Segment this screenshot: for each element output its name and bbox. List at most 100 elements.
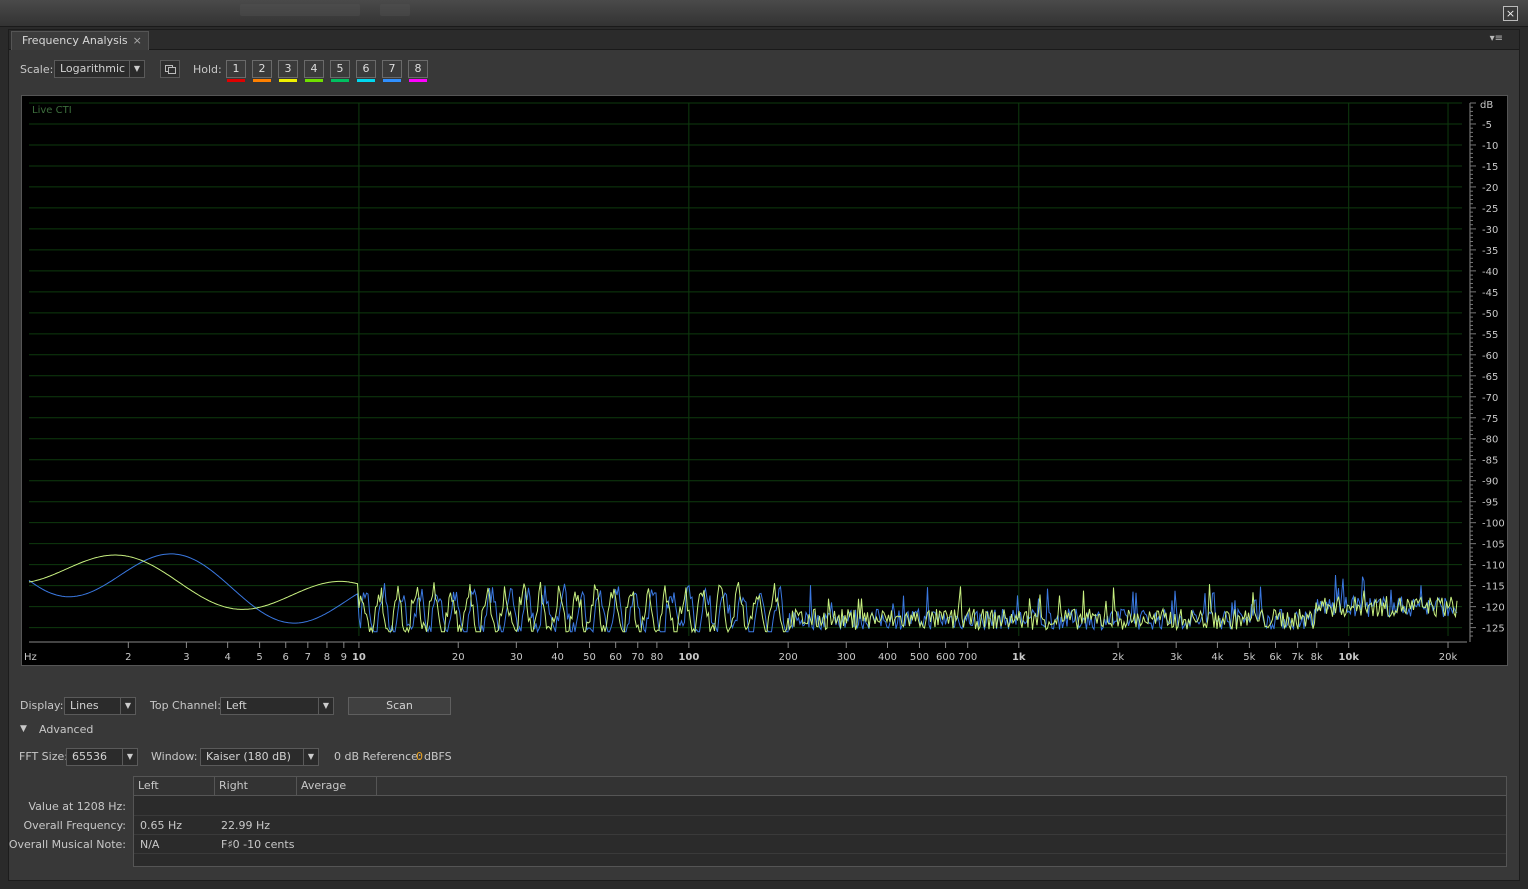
row-label-value-at: Value at 1208 Hz: [28,800,127,813]
x-tick-label: 5k [1243,652,1255,663]
x-tick-label: 3 [183,652,189,663]
table-row: N/A F♯0 -10 cents [134,835,1506,854]
x-tick-label: 4 [224,652,230,663]
hold-button-6[interactable]: 6 [356,60,376,82]
y-tick-label: -25 [1482,204,1498,215]
hold-button-3[interactable]: 3 [278,60,298,82]
hold-button-2[interactable]: 2 [252,60,272,82]
y-tick-label: -125 [1482,624,1505,635]
hold-color-swatch [253,79,271,82]
x-tick-label: 20k [1439,652,1458,663]
x-tick-label: 300 [837,652,856,663]
y-tick-label: -45 [1482,288,1498,299]
frequency-analysis-panel: Frequency Analysis × ▾≡ Scale: Logarithmi… [8,29,1520,881]
x-tick-label: 3k [1170,652,1182,663]
hold-color-swatch [227,79,245,82]
y-tick-label: -10 [1482,141,1498,152]
x-axis-unit: Hz [24,652,37,663]
hold-button-1[interactable]: 1 [226,60,246,82]
x-tick-label: 20 [452,652,465,663]
y-axis-unit: dB [1480,100,1493,111]
fft-size-dropdown[interactable]: 65536 ▼ [66,748,138,766]
copy-icon-front [168,67,176,74]
scan-button[interactable]: Scan [348,697,451,715]
window-close-button[interactable]: × [1503,6,1518,21]
column-right[interactable]: Right [215,777,297,796]
y-tick-label: -80 [1482,435,1498,446]
panel-menu-icon[interactable]: ▾≡ [1490,33,1503,44]
value-left: N/A [140,838,160,851]
window-value: Kaiser (180 dB) [206,750,291,763]
scale-dropdown[interactable]: Logarithmic ▼ [54,60,145,78]
y-tick-label: -15 [1482,162,1498,173]
top-channel-dropdown[interactable]: Left ▼ [220,697,334,715]
x-tick-label: 6 [283,652,289,663]
y-tick-label: -100 [1482,519,1505,530]
results-table: Left Right Average 0.65 Hz 22.99 Hz N/A … [133,776,1507,867]
window-dropdown[interactable]: Kaiser (180 dB) ▼ [200,748,319,766]
hold-button-7[interactable]: 7 [382,60,402,82]
hold-label: Hold: [193,63,222,76]
advanced-label[interactable]: Advanced [39,723,93,736]
column-left[interactable]: Left [134,777,215,796]
frequency-graph[interactable]: Live CTI Hz 2 3 4 5 6 7 8 9 10 20 30 40 50 60 70 80 100 20… [21,95,1508,666]
x-tick-label: 30 [510,652,523,663]
table-row: 0.65 Hz 22.99 Hz [134,816,1506,835]
ref-unit: dBFS [424,750,452,763]
y-tick-label: -55 [1482,330,1498,341]
ref-value[interactable]: 0 [416,750,423,763]
hold-color-swatch [279,79,297,82]
x-tick-label: 2k [1112,652,1124,663]
y-tick-label: -110 [1482,561,1505,572]
hold-button-4[interactable]: 4 [304,60,324,82]
ref-label: 0 dB Reference: [334,750,422,763]
y-tick-label: -5 [1482,120,1492,131]
y-tick-label: -40 [1482,267,1498,278]
scale-value: Logarithmic [60,62,126,75]
chevron-down-icon: ▼ [120,698,135,714]
display-dropdown[interactable]: Lines ▼ [64,697,136,715]
x-tick-label: 4k [1211,652,1223,663]
fft-size-value: 65536 [72,750,107,763]
y-tick-label: -30 [1482,225,1498,236]
x-tick-label: 1k [1012,652,1026,663]
titlebar-ghost-text [380,4,410,16]
column-average[interactable]: Average [297,777,377,796]
window-label: Window: [151,750,198,763]
tab-frequency-analysis[interactable]: Frequency Analysis × [11,31,149,50]
hold-button-8[interactable]: 8 [408,60,428,82]
fft-size-label: FFT Size: [19,750,68,763]
chevron-down-icon: ▼ [318,698,333,714]
hold-color-swatch [357,79,375,82]
y-tick-label: -85 [1482,456,1498,467]
tab-close-icon[interactable]: × [133,34,142,47]
top-channel-value: Left [226,699,247,712]
y-tick-label: -75 [1482,414,1498,425]
x-tick-label: 8k [1311,652,1323,663]
copy-to-clipboard-button[interactable] [160,60,180,78]
x-tick-label: 40 [551,652,564,663]
spectrum-trace [28,553,1458,634]
x-tick-label: 400 [878,652,897,663]
advanced-toggle-icon[interactable]: ▼ [20,724,27,734]
hold-color-swatch [409,79,427,82]
spectrum-plot: Hz 2 3 4 5 6 7 8 9 10 20 30 40 50 60 70 80 100 200 300 400 50… [24,100,1505,663]
spectrum-trace [28,554,1458,634]
results-header: Left Right Average [134,777,1506,796]
chevron-down-icon: ▼ [122,749,137,765]
value-right: F♯0 -10 cents [221,838,295,851]
y-tick-label: -90 [1482,477,1498,488]
x-tick-label: 10k [1338,652,1359,663]
x-tick-label: 6k [1269,652,1281,663]
x-tick-label: 500 [910,652,929,663]
x-tick-label: 7k [1292,652,1304,663]
y-tick-label: -20 [1482,183,1498,194]
chevron-down-icon: ▼ [303,749,318,765]
y-tick-label: -120 [1482,603,1505,614]
x-tick-label: 7 [305,652,311,663]
hold-button-5[interactable]: 5 [330,60,350,82]
hold-color-swatch [383,79,401,82]
y-tick-label: -115 [1482,582,1505,593]
y-tick-label: -95 [1482,498,1498,509]
display-label: Display: [20,699,64,712]
